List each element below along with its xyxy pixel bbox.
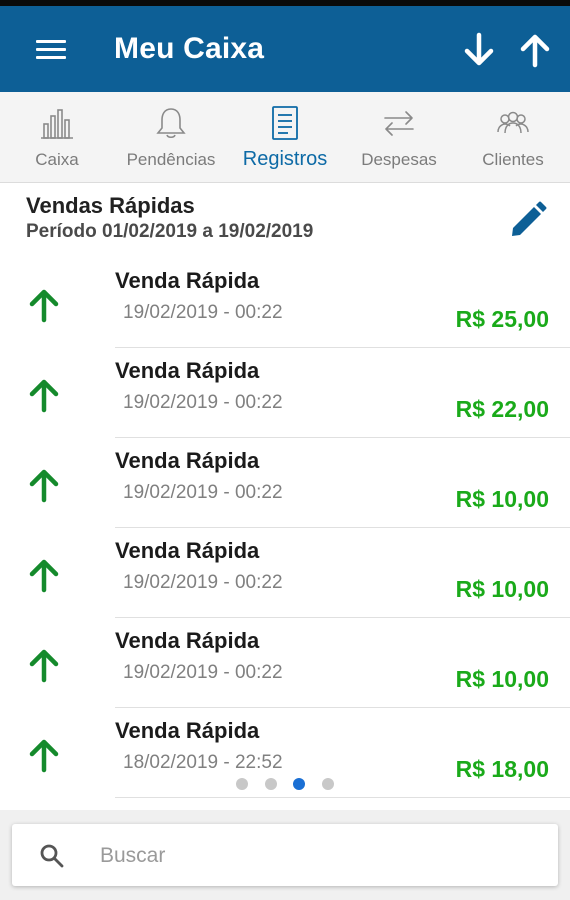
- list-item[interactable]: Venda Rápida 19/02/2019 - 00:22 R$ 25,00: [0, 258, 570, 348]
- record-title: Venda Rápida: [115, 628, 260, 653]
- records-list[interactable]: Venda Rápida 19/02/2019 - 00:22 R$ 25,00…: [0, 258, 570, 810]
- period-label: Período 01/02/2019 a 19/02/2019: [26, 221, 314, 242]
- edit-pencil-icon[interactable]: [508, 200, 548, 240]
- section-title: Vendas Rápidas: [26, 193, 195, 218]
- list-item[interactable]: Venda Rápida 19/02/2019 - 00:22 R$ 22,00: [0, 348, 570, 438]
- income-arrow-icon: [26, 376, 62, 414]
- income-arrow-icon: [26, 736, 62, 774]
- tab-caixa[interactable]: Caixa: [0, 92, 114, 182]
- record-amount: R$ 25,00: [455, 306, 549, 332]
- list-item[interactable]: Venda Rápida 19/02/2019 - 00:22 R$ 10,00: [0, 618, 570, 708]
- people-icon: [495, 106, 531, 140]
- income-arrow-icon: [26, 646, 62, 684]
- page-dot[interactable]: [265, 778, 277, 790]
- tab-registros[interactable]: Registros: [228, 92, 342, 182]
- search-input[interactable]: [98, 838, 522, 874]
- tab-label: Pendências: [126, 150, 216, 169]
- record-date: 19/02/2019 - 00:22: [123, 392, 283, 413]
- upload-arrow-icon[interactable]: [517, 30, 553, 70]
- record-amount: R$ 10,00: [455, 666, 549, 692]
- app-title: Meu Caixa: [114, 32, 265, 65]
- tab-label: Caixa: [35, 150, 79, 169]
- menu-icon[interactable]: [34, 34, 68, 64]
- bell-icon: [153, 106, 189, 140]
- bar-chart-icon: [39, 106, 75, 140]
- record-title: Venda Rápida: [115, 718, 260, 743]
- tab-bar: Caixa Pendências Registros Despesas Clie…: [0, 92, 570, 183]
- record-title: Venda Rápida: [115, 268, 260, 293]
- record-amount: R$ 18,00: [455, 756, 549, 782]
- page-dot[interactable]: [236, 778, 248, 790]
- income-arrow-icon: [26, 286, 62, 324]
- tab-pendencias[interactable]: Pendências: [114, 92, 228, 182]
- list-item[interactable]: Venda Rápida 19/02/2019 - 00:22 R$ 10,00: [0, 528, 570, 618]
- tab-label: Clientes: [482, 150, 544, 169]
- swap-arrows-icon: [381, 106, 417, 140]
- record-title: Venda Rápida: [115, 448, 260, 473]
- page-dot[interactable]: [322, 778, 334, 790]
- document-icon: [267, 106, 303, 140]
- search-icon: [39, 843, 65, 869]
- record-amount: R$ 10,00: [455, 486, 549, 512]
- record-amount: R$ 10,00: [455, 576, 549, 602]
- record-amount: R$ 22,00: [455, 396, 549, 422]
- tab-clientes[interactable]: Clientes: [456, 92, 570, 182]
- record-date: 18/02/2019 - 22:52: [123, 752, 283, 773]
- income-arrow-icon: [26, 556, 62, 594]
- search-bar-container: [0, 810, 570, 900]
- page-dot-active[interactable]: [293, 778, 305, 790]
- page-indicator: [236, 778, 336, 792]
- record-date: 19/02/2019 - 00:22: [123, 572, 283, 593]
- record-title: Venda Rápida: [115, 358, 260, 383]
- tab-label: Despesas: [361, 150, 437, 169]
- tab-despesas[interactable]: Despesas: [342, 92, 456, 182]
- app-bar: Meu Caixa: [0, 6, 570, 92]
- income-arrow-icon: [26, 466, 62, 504]
- list-item[interactable]: [0, 798, 570, 810]
- tab-label: Registros: [242, 148, 328, 170]
- record-date: 19/02/2019 - 00:22: [123, 482, 283, 503]
- search-box[interactable]: [12, 824, 558, 886]
- record-date: 19/02/2019 - 00:22: [123, 662, 283, 683]
- download-arrow-icon[interactable]: [461, 30, 497, 70]
- record-title: Venda Rápida: [115, 538, 260, 563]
- record-date: 19/02/2019 - 00:22: [123, 302, 283, 323]
- list-item[interactable]: Venda Rápida 19/02/2019 - 00:22 R$ 10,00: [0, 438, 570, 528]
